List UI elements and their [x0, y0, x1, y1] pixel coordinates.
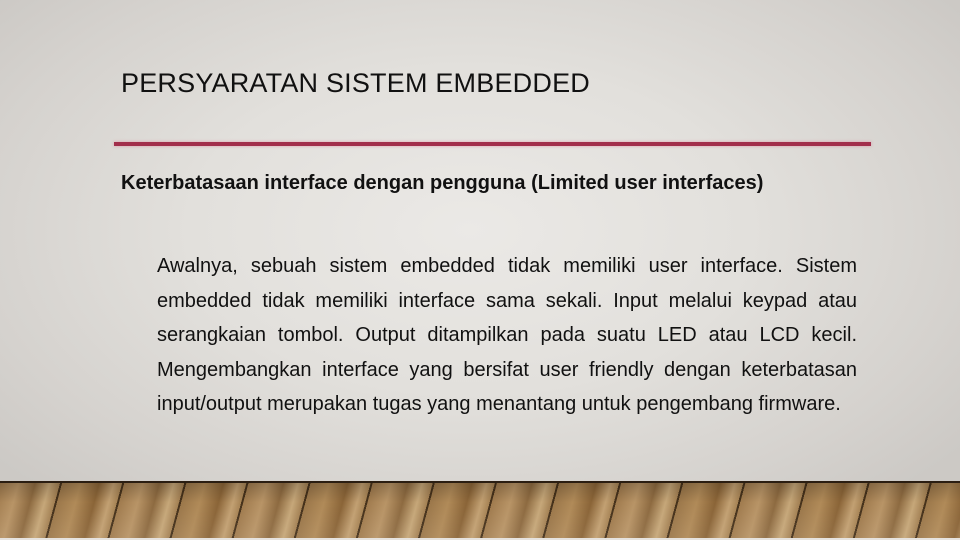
section-heading: Keterbatasaan interface dengan pengguna …: [121, 172, 764, 194]
wood-floor-decoration: [0, 481, 960, 538]
body-paragraph: Awalnya, sebuah sistem embedded tidak me…: [157, 255, 857, 415]
slide-title: PERSYARATAN SISTEM EMBEDDED: [121, 68, 590, 98]
slide-background: PERSYARATAN SISTEM EMBEDDED Keterbatasaa…: [0, 0, 960, 540]
title-underline-divider: [114, 142, 871, 146]
